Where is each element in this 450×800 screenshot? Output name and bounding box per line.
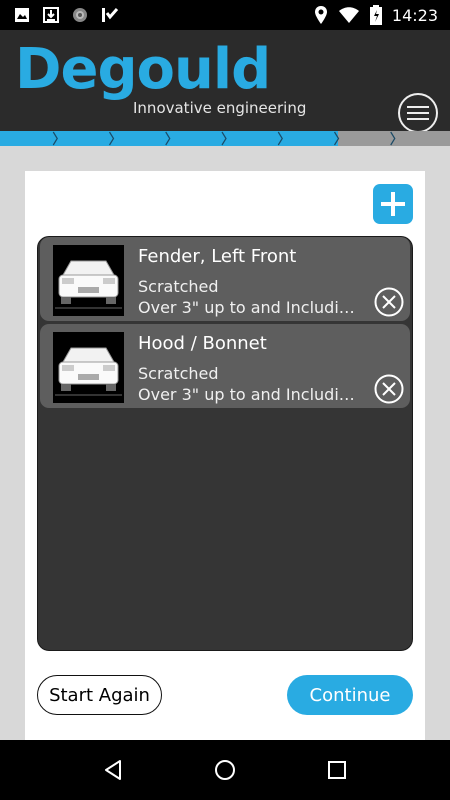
damage-item-type: Scratched: [138, 277, 219, 296]
damage-item-size: Over 3" up to and Including 6": [138, 298, 363, 317]
start-again-button[interactable]: Start Again: [37, 675, 162, 715]
damage-list: Fender, Left Front Scratched Over 3" up …: [37, 236, 413, 651]
damage-item-size: Over 3" up to and Including 6": [138, 385, 363, 404]
menu-button[interactable]: [398, 93, 438, 133]
progress-step-marker: [333, 131, 340, 146]
progress-bar: [0, 131, 450, 146]
progress-step-marker: [221, 131, 227, 146]
continue-button[interactable]: Continue: [287, 675, 413, 715]
hamburger-menu-icon: [407, 106, 429, 120]
back-icon[interactable]: [101, 758, 125, 782]
location-icon: [314, 6, 327, 24]
close-circle-icon[interactable]: [374, 287, 404, 317]
battery-icon: [369, 5, 382, 25]
close-circle-icon[interactable]: [374, 374, 404, 404]
add-damage-button[interactable]: [373, 184, 413, 224]
damage-item[interactable]: Hood / Bonnet Scratched Over 3" up to an…: [40, 324, 410, 408]
progress-step-marker: [277, 131, 283, 146]
circle-pattern-icon: [73, 8, 87, 22]
recents-icon[interactable]: [325, 758, 349, 782]
progress-step-marker: [165, 131, 171, 146]
brand-tagline: Innovative engineering: [133, 99, 307, 117]
wifi-icon: [338, 7, 359, 23]
status-time: 14:23: [391, 5, 438, 25]
home-icon[interactable]: [213, 758, 237, 782]
damage-item-title: Hood / Bonnet: [138, 333, 267, 354]
system-nav-bar: [0, 740, 450, 800]
image-icon: [15, 8, 29, 22]
check-flag-icon: [102, 8, 119, 22]
car-thumbnail: [53, 332, 124, 403]
damage-item-type: Scratched: [138, 364, 219, 383]
progress-step-marker: [52, 131, 58, 146]
car-front-thumbnail-icon: [53, 245, 124, 316]
download-icon: [43, 7, 59, 23]
damage-item[interactable]: Fender, Left Front Scratched Over 3" up …: [40, 237, 410, 321]
plus-icon: [381, 192, 405, 216]
progress-step-marker: [108, 131, 115, 146]
progress-step-marker: [390, 131, 396, 146]
damage-card: Fender, Left Front Scratched Over 3" up …: [25, 171, 425, 740]
progress-step-markers: [52, 131, 396, 146]
car-front-thumbnail-icon: [53, 332, 124, 403]
damage-item-title: Fender, Left Front: [138, 246, 297, 267]
brand-logo: Degould: [15, 37, 271, 102]
status-bar: 14:23: [0, 0, 450, 30]
app-header: Degould Innovative engineering: [0, 30, 450, 133]
car-thumbnail: [53, 245, 124, 316]
